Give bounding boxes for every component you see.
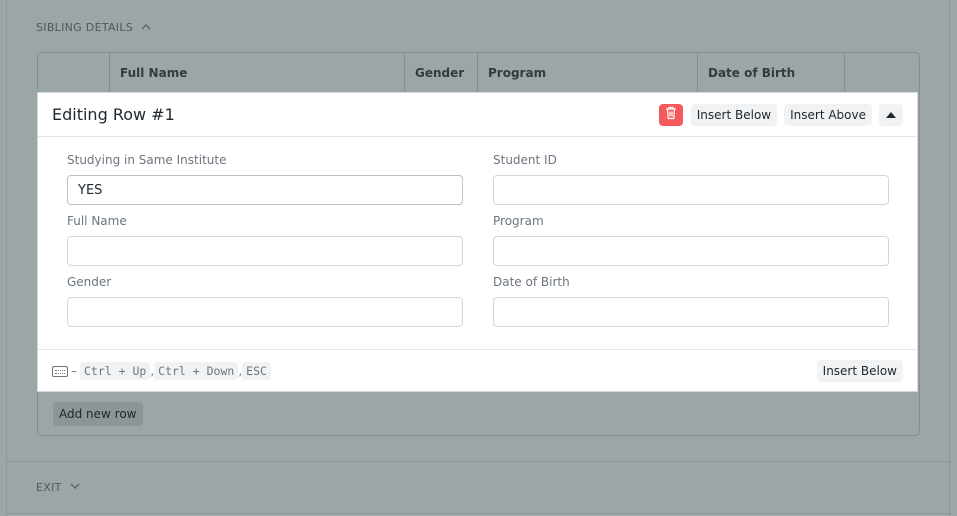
student-id-input[interactable] (493, 175, 889, 205)
field-label: Student ID (493, 153, 557, 167)
studying-same-institute-select[interactable]: YES (67, 175, 463, 205)
editor-header: Editing Row #1 Insert Below Insert Above (38, 93, 917, 137)
grid-header-date-of-birth: Date of Birth (698, 53, 845, 93)
grid-header-full-name: Full Name (110, 53, 405, 93)
chevron-down-icon (70, 482, 80, 493)
field-label: Full Name (67, 214, 127, 228)
field-label: Gender (67, 275, 112, 289)
insert-below-button[interactable]: Insert Below (690, 103, 778, 126)
footer-insert-below-button[interactable]: Insert Below (816, 360, 903, 382)
field-label: Program (493, 214, 544, 228)
grid-header: Full Name Gender Program Date of Birth (38, 53, 919, 93)
shortcut-dash: – (71, 364, 77, 378)
field-studying-same-institute: Studying in Same Institute YES (67, 153, 463, 205)
date-of-birth-input[interactable] (493, 297, 889, 327)
delete-row-button[interactable] (658, 103, 683, 126)
caret-up-icon (886, 111, 896, 118)
field-label: Date of Birth (493, 275, 570, 289)
full-name-input[interactable] (67, 236, 463, 266)
shortcut-key: Ctrl + Up (80, 362, 151, 380)
add-new-row-button[interactable]: Add new row (53, 402, 143, 426)
section-sibling-details[interactable]: SIBLING DETAILS (36, 21, 151, 34)
editor-footer: – Ctrl + Up , Ctrl + Down , ESC Insert B… (38, 349, 917, 392)
field-date-of-birth: Date of Birth (493, 275, 889, 327)
shortcut-key: Ctrl + Down (154, 362, 239, 380)
collapse-editor-button[interactable] (879, 103, 903, 126)
gender-input[interactable] (67, 297, 463, 327)
trash-icon (665, 105, 677, 124)
insert-above-button[interactable]: Insert Above (784, 103, 872, 126)
field-full-name: Full Name (67, 214, 463, 266)
section-exit[interactable]: EXIT (36, 481, 80, 494)
section-title: SIBLING DETAILS (36, 21, 134, 34)
program-input[interactable] (493, 236, 889, 266)
field-student-id: Student ID (493, 153, 889, 205)
field-gender: Gender (67, 275, 463, 327)
keyboard-icon (52, 365, 68, 377)
field-program: Program (493, 214, 889, 266)
field-label: Studying in Same Institute (67, 153, 227, 167)
grid-header-program: Program (478, 53, 698, 93)
grid-header-gender: Gender (405, 53, 478, 93)
editor-title: Editing Row #1 (52, 105, 175, 124)
section-divider (7, 513, 951, 514)
shortcut-key: ESC (242, 362, 271, 380)
section-title: EXIT (36, 481, 62, 494)
chevron-up-icon (141, 22, 151, 33)
section-divider (7, 461, 951, 462)
editing-row-panel: Editing Row #1 Insert Below Insert Above… (37, 92, 918, 392)
grid-header-index (38, 53, 110, 93)
